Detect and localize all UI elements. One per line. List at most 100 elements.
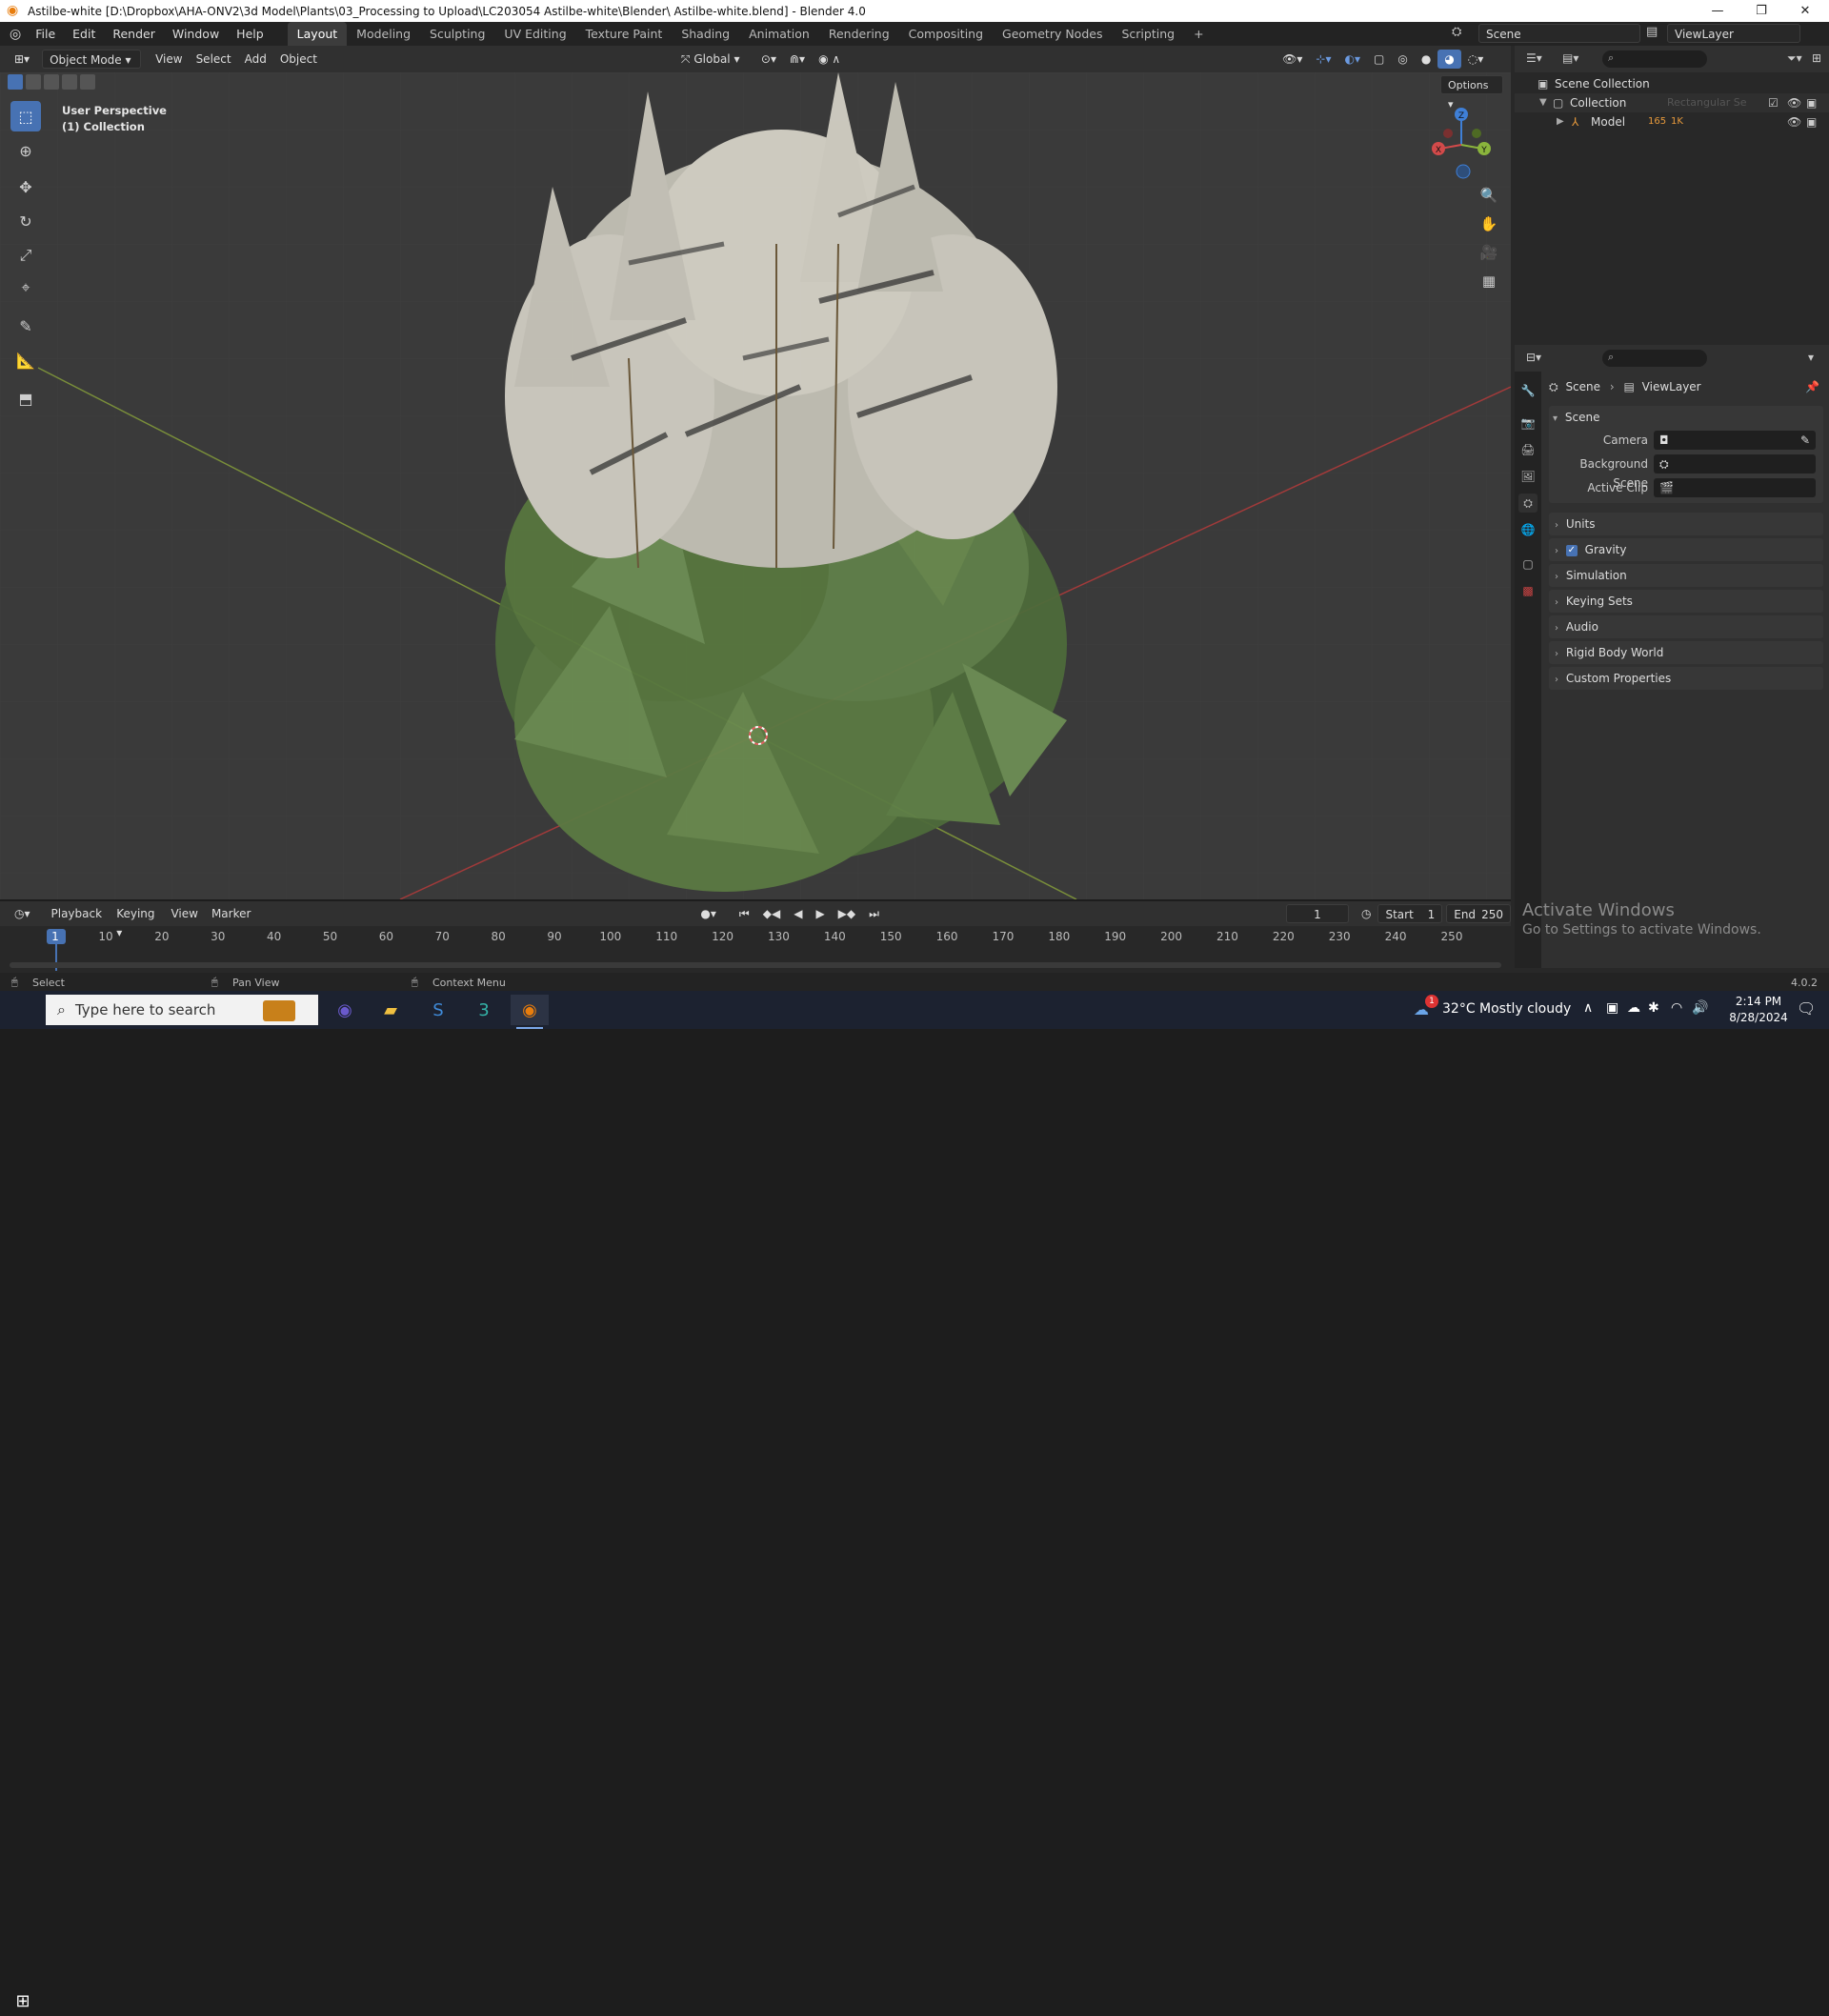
collection-checkbox[interactable]: ☑ [1768,93,1779,112]
texture-tab-icon[interactable]: ▩ [1518,581,1538,600]
pan-hand-icon[interactable]: ✋ [1477,212,1501,236]
model-visibility-icon[interactable]: 👁 [1787,112,1801,131]
tab-layout[interactable]: Layout [287,22,348,46]
select-invert-icon[interactable] [62,74,77,90]
camera-view-icon[interactable]: 🎥 [1477,240,1501,265]
add-cube-tool-icon[interactable]: ⬒ [10,383,41,413]
expand-model-icon[interactable]: ▶ [1557,112,1564,131]
audio-panel[interactable]: › Audio [1549,615,1823,638]
prev-keyframe-icon[interactable]: ◆◀ [756,904,787,923]
background-scene-field[interactable]: ⛭ [1654,454,1816,474]
keying-sets-panel[interactable]: › Keying Sets [1549,590,1823,613]
select-subtract-icon[interactable] [44,74,59,90]
bluetooth-icon[interactable]: ✱ [1648,1000,1659,1016]
start-windows-icon[interactable]: ⊞ [4,1986,42,2016]
blender-menu-icon[interactable]: ◎ [10,27,21,42]
minimize-button[interactable]: — [1696,0,1739,22]
eyedropper-icon[interactable]: ✎ [1800,431,1810,450]
tab-shading[interactable]: Shading [672,22,739,46]
solid-shading-icon[interactable]: ● [1415,50,1437,69]
measure-tool-icon[interactable]: 📐 [10,345,41,375]
active-clip-field[interactable]: 🎬 [1654,478,1816,497]
maximize-button[interactable]: ❐ [1739,0,1783,22]
custom-properties-panel[interactable]: › Custom Properties [1549,667,1823,690]
gravity-panel[interactable]: › ✓ Gravity [1549,538,1823,561]
tool-tab-icon[interactable]: 🔧 [1518,381,1538,400]
tray-app-icon[interactable]: ▣ [1606,1000,1618,1016]
app-3-icon[interactable]: 3 [465,995,503,1025]
outliner-editor-icon[interactable]: ☰▾ [1526,51,1542,65]
outliner-row-model[interactable]: ▶ ⅄ Model 165 1K 👁 ▣ [1515,112,1829,131]
tab-rendering[interactable]: Rendering [819,22,899,46]
tab-modeling[interactable]: Modeling [347,22,420,46]
expand-collection-icon[interactable]: ▼ [1539,93,1547,112]
render-tab-icon[interactable]: 📷 [1518,413,1538,433]
tab-scripting[interactable]: Scripting [1112,22,1184,46]
outliner-row-collection[interactable]: ▼ ▢ Collection Rectangular Se ☑ 👁 ▣ [1515,93,1829,112]
camera-field[interactable]: ◘ ✎ [1654,431,1816,450]
move-tool-icon[interactable]: ✥ [10,171,41,202]
jump-start-icon[interactable]: ⏮ [733,904,756,923]
notification-center-icon[interactable]: 🗨 [1797,999,1816,1018]
jump-end-icon[interactable]: ⏭ [862,904,886,923]
snap-icon[interactable]: ⋒▾ [783,50,812,69]
view-layer-tab-icon[interactable]: 🖼 [1518,467,1538,486]
tab-texture-paint[interactable]: Texture Paint [576,22,673,46]
tab-compositing[interactable]: Compositing [899,22,993,46]
weather-label[interactable]: 32°C Mostly cloudy [1442,1001,1571,1017]
briefcase-icon[interactable] [263,1000,295,1021]
menu-add[interactable]: Add [238,50,273,69]
select-intersect-icon[interactable] [80,74,95,90]
overlay-toggle-icon[interactable]: ◐▾ [1338,50,1368,69]
rendered-shading-icon[interactable]: ◌▾ [1461,50,1491,69]
select-box-tool-icon[interactable]: ⬚ [10,101,41,131]
play-reverse-icon[interactable]: ◀ [787,904,809,923]
menu-file[interactable]: File [27,22,64,46]
cursor-tool-icon[interactable]: ⊕ [10,135,41,166]
clock[interactable]: 2:14 PM 8/28/2024 [1720,994,1797,1026]
options-button[interactable]: Options ▾ [1440,75,1503,111]
gravity-checkbox[interactable]: ✓ [1565,544,1578,556]
scene-selector[interactable]: Scene [1478,24,1640,43]
pivot-icon[interactable]: ⊙▾ [754,50,783,69]
annotate-tool-icon[interactable]: ✎ [10,311,41,341]
properties-options-icon[interactable]: ▾ [1808,351,1814,364]
model-render-icon[interactable]: ▣ [1806,112,1817,131]
menu-window[interactable]: Window [164,22,228,46]
properties-search[interactable]: ⌕ [1602,350,1707,367]
select-new-icon[interactable] [8,74,23,90]
end-frame-field[interactable]: End 250 [1446,904,1511,923]
output-tab-icon[interactable]: 🖨 [1518,440,1538,459]
display-mode-icon[interactable]: ▤▾ [1562,51,1578,65]
new-collection-icon[interactable]: ⊞ [1812,51,1821,65]
xray-icon[interactable]: ▢ [1367,50,1391,69]
visibility-icon[interactable]: 👁▾ [1276,50,1309,69]
pin-icon[interactable]: 📌 [1805,377,1819,396]
file-explorer-icon[interactable]: ▰ [372,995,410,1025]
menu-select[interactable]: Select [190,50,238,69]
properties-editor-icon[interactable]: ⊟▾ [1526,351,1541,364]
tray-chevron-icon[interactable]: ∧ [1583,1000,1593,1016]
ortho-toggle-icon[interactable]: ▦ [1477,269,1501,293]
keying-menu[interactable]: Keying ▾ [110,904,164,939]
viewlayer-icon[interactable]: ▤ [1646,25,1658,39]
collection-render-icon[interactable]: ▣ [1806,93,1817,112]
next-keyframe-icon[interactable]: ▶◆ [832,904,862,923]
3d-viewport[interactable]: Z Y X User Perspective (1) Collection Op… [0,72,1511,899]
wireframe-shading-icon[interactable]: ◎ [1391,50,1414,69]
tab-animation[interactable]: Animation [739,22,819,46]
menu-view[interactable]: View [149,50,189,69]
select-extend-icon[interactable] [26,74,41,90]
record-icon[interactable]: ●▾ [693,904,723,923]
menu-edit[interactable]: Edit [64,22,104,46]
scene-section-header[interactable]: ▾ Scene [1553,406,1599,429]
tray-cloud-icon[interactable]: ☁ [1627,1000,1640,1016]
menu-help[interactable]: Help [228,22,272,46]
outliner-search[interactable]: ⌕ [1602,50,1707,68]
collection-visibility-icon[interactable]: 👁 [1787,93,1801,112]
outliner-row-scene-collection[interactable]: ▣ Scene Collection [1515,74,1829,93]
preview-range-icon[interactable]: ◷ [1355,904,1377,923]
scene-icon[interactable]: ⛭ [1452,25,1469,42]
timeline-view-menu[interactable]: View [164,904,204,923]
tab-geometry-nodes[interactable]: Geometry Nodes [993,22,1112,46]
